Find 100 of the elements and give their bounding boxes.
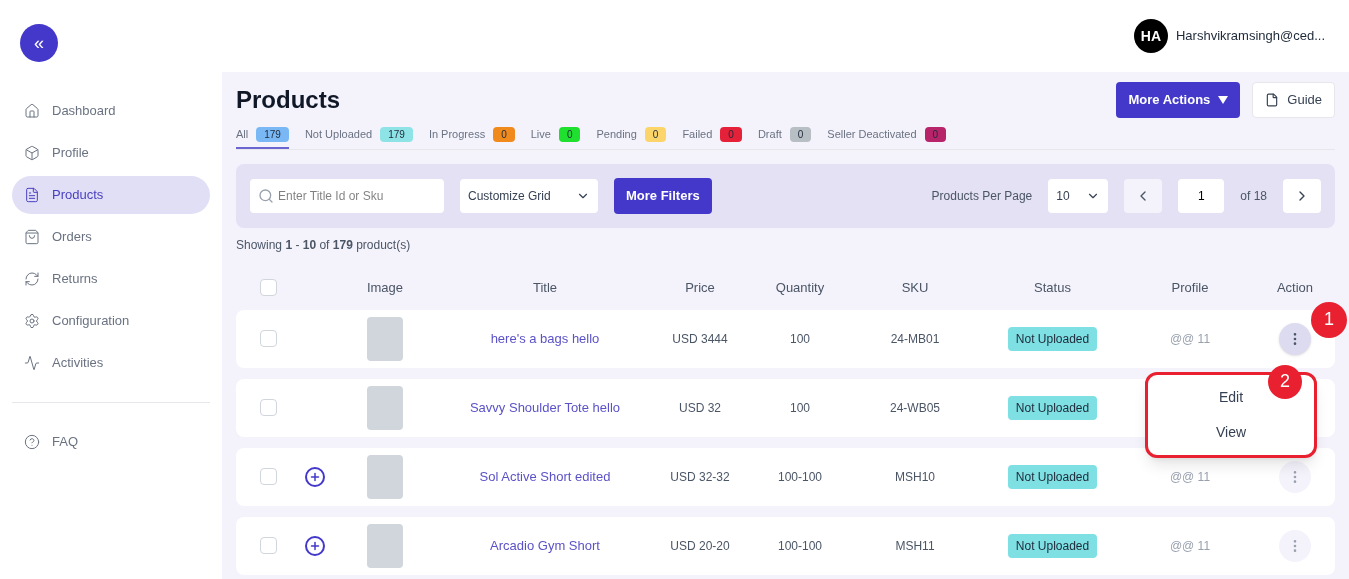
status-tab[interactable]: In Progress 0 [428,126,515,149]
row-checkbox[interactable] [259,399,277,416]
status-tab[interactable]: Seller Deactivated 0 [827,126,947,149]
per-page-label: Products Per Page [931,187,1033,205]
expand-plus-icon[interactable] [305,466,325,487]
column-header: Profile [1171,278,1209,297]
count-badge: 0 [644,126,667,142]
nav-icon [24,187,40,203]
row-checkbox[interactable] [259,537,277,554]
collapse-button[interactable]: « [20,24,58,62]
column-header: SKU [901,278,929,297]
nav-icon [24,145,40,161]
product-title-link[interactable]: Sol Active Short edited [479,466,611,487]
price-cell-text: USD 3444 [672,330,728,348]
sidebar-item[interactable]: Activities [12,344,210,382]
photo-placeholder [367,385,403,430]
page-number-field[interactable]: 1 [1178,178,1225,213]
quantity-cell-text: 100 [790,399,810,417]
more-options-button[interactable] [1279,322,1311,355]
more-filters-button[interactable]: More Filters [614,177,712,214]
sidebar-item[interactable]: Configuration [12,302,210,340]
photo-placeholder [367,523,403,568]
nav-icon [24,434,40,450]
sidebar-item[interactable]: Orders [12,218,210,256]
sku-cell-text: MSH11 [895,537,935,555]
status-badge: Not Uploaded [1007,326,1098,351]
column-header: Title [532,278,558,297]
select-all-checkbox[interactable] [259,279,277,296]
guide-button[interactable]: Guide [1252,82,1335,118]
next-page-button[interactable] [1283,178,1321,213]
expand-plus-icon[interactable] [305,535,325,556]
column-header: Image [366,278,404,297]
status-badge: Not Uploaded [1007,464,1098,489]
status-tab[interactable]: All 179 [236,126,289,149]
column-header: Action [1276,278,1314,297]
menu-item[interactable]: Edit [1218,386,1244,408]
product-title-link[interactable]: Savvy Shoulder Tote hello [469,397,621,418]
status-tab[interactable]: Draft 0 [757,126,812,149]
quantity-cell-text: 100-100 [777,537,822,555]
annotation-marker: 2 [1268,364,1302,399]
count-badge: 0 [558,126,581,142]
count-badge: 0 [720,126,742,142]
column-header: Price [685,278,715,297]
status-tab[interactable]: Pending 0 [596,126,667,149]
more-options-button[interactable] [1279,529,1311,562]
search-field[interactable]: Enter Title Id or Sku [250,178,444,213]
quantity-cell-text: 100-100 [777,468,822,486]
nav-icon [24,313,40,329]
row-checkbox[interactable] [259,468,277,485]
status-badge: Not Uploaded [1007,533,1098,558]
count-badge: 179 [256,126,289,142]
previous-page-button[interactable] [1124,178,1163,213]
more-options-button[interactable] [1279,460,1311,493]
product-title-link[interactable]: here's a bags hello [490,328,600,349]
user-avatar[interactable]: HA [1133,19,1168,53]
profile-cell-text: @@ 11 [1169,537,1211,555]
status-tab[interactable]: Not Uploaded 179 [304,126,413,149]
photo-placeholder [367,316,403,361]
more-actions-button[interactable]: More Actions [1116,82,1241,118]
photo-placeholder [367,454,403,499]
status-tab[interactable]: Live 0 [530,126,581,149]
status-badge: Not Uploaded [1007,395,1098,420]
price-cell-text: USD 32 [679,399,721,417]
column-header: Status [1034,278,1071,297]
sku-cell-text: MSH10 [895,468,935,486]
page-title: Products [236,85,340,115]
sidebar-item[interactable]: Dashboard [12,92,210,130]
user-email: Harshvikramsingh@ced... [1175,27,1325,46]
search-icon [258,187,274,204]
menu-item[interactable]: View [1215,421,1247,443]
count-badge: 0 [924,126,947,142]
nav-icon [24,103,40,119]
nav-icon [24,355,40,371]
results-summary: Showing 1 - 10 of 179 product(s) [236,236,412,254]
price-cell-text: USD 20-20 [670,537,730,555]
nav-icon [24,271,40,287]
sidebar-item[interactable]: FAQ [12,423,210,461]
nav-icon [24,229,40,245]
sidebar-item[interactable]: Returns [12,260,210,298]
page-total: of 18 [1240,187,1267,205]
grid-dropdown[interactable]: Customize Grid [460,178,598,213]
count-badge: 179 [380,126,413,142]
sku-cell-text: 24-WB05 [890,399,940,417]
count-badge: 0 [789,126,812,142]
price-cell-text: USD 32-32 [670,468,730,486]
row-checkbox[interactable] [259,330,277,347]
caret-icon [1218,96,1229,104]
annotation-marker: 1 [1311,301,1347,338]
profile-cell-text: @@ 11 [1169,330,1211,348]
column-header: Quantity [775,278,825,297]
sidebar-item[interactable]: Products [12,176,210,214]
per-page-dropdown[interactable]: 10 [1048,178,1109,213]
document-icon [1265,93,1280,107]
quantity-cell-text: 100 [790,330,810,348]
product-title-link[interactable]: Arcadio Gym Short [490,535,600,556]
sku-cell-text: 24-MB01 [890,330,940,348]
count-badge: 0 [493,126,515,142]
status-tab[interactable]: Failed 0 [682,126,742,149]
sidebar-item[interactable]: Profile [12,134,210,172]
profile-cell-text: @@ 11 [1169,468,1211,486]
